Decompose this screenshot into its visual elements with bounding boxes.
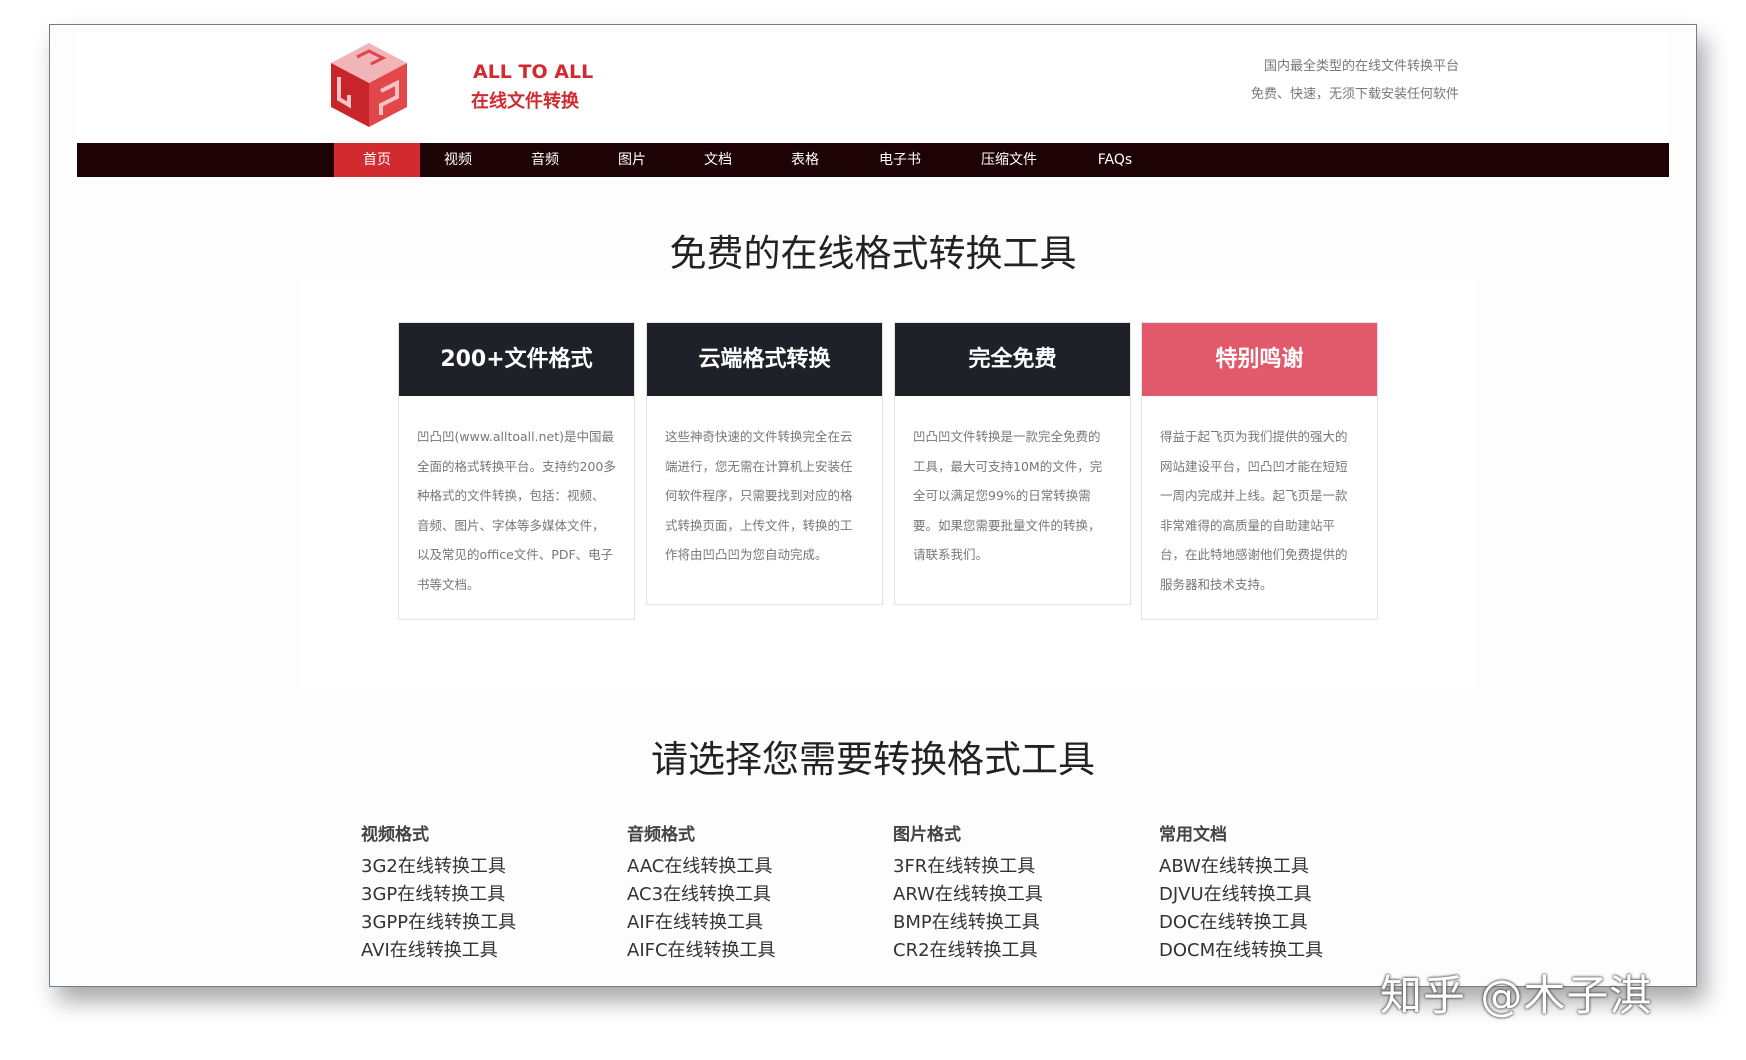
- feature-card: 特别鸣谢 得益于起飞页为我们提供的强大的网站建设平台，凹凸凹才能在短短一周内完成…: [1141, 322, 1378, 620]
- card-title: 完全免费: [895, 323, 1130, 396]
- brand-name-en: ALL TO ALL: [473, 61, 593, 83]
- nav-archive[interactable]: 压缩文件: [966, 143, 1052, 177]
- feature-card: 完全免费 凹凸凹文件转换是一款完全免费的工具，最大可支持10M的文件，完全可以满…: [894, 322, 1131, 605]
- tool-link[interactable]: CR2在线转换工具: [893, 937, 1043, 965]
- tool-link[interactable]: 3FR在线转换工具: [893, 853, 1043, 881]
- tool-link[interactable]: ARW在线转换工具: [893, 881, 1043, 909]
- nav-document[interactable]: 文档: [675, 143, 761, 177]
- tool-link[interactable]: DJVU在线转换工具: [1159, 881, 1323, 909]
- card-body: 凹凸凹文件转换是一款完全免费的工具，最大可支持10M的文件，完全可以满足您99%…: [895, 396, 1130, 604]
- card-title: 云端格式转换: [647, 323, 882, 396]
- nav-spreadsheet[interactable]: 表格: [762, 143, 848, 177]
- nav-ebook[interactable]: 电子书: [857, 143, 943, 177]
- card-body: 凹凸凹(www.alltoall.net)是中国最全面的格式转换平台。支持约20…: [399, 396, 634, 619]
- card-title: 200+文件格式: [399, 323, 634, 396]
- column-heading: 图片格式: [893, 820, 1043, 845]
- nav-video[interactable]: 视频: [415, 143, 501, 177]
- column-heading: 音频格式: [627, 820, 776, 845]
- column-heading: 视频格式: [361, 820, 516, 845]
- format-column-document: 常用文档 ABW在线转换工具 DJVU在线转换工具 DOC在线转换工具 DOCM…: [1159, 820, 1323, 965]
- watermark: 知乎 @木子淇: [1380, 962, 1652, 1023]
- tool-link[interactable]: BMP在线转换工具: [893, 909, 1043, 937]
- tool-link[interactable]: DOC在线转换工具: [1159, 909, 1323, 937]
- tagline-2: 免费、快速，无须下载安装任何软件: [1251, 83, 1459, 102]
- tool-link[interactable]: ABW在线转换工具: [1159, 853, 1323, 881]
- column-heading: 常用文档: [1159, 820, 1323, 845]
- nav-image[interactable]: 图片: [589, 143, 675, 177]
- tool-link[interactable]: AC3在线转换工具: [627, 881, 776, 909]
- feature-card: 云端格式转换 这些神奇快速的文件转换完全在云端进行，您无需在计算机上安装任何软件…: [646, 322, 883, 605]
- nav-home[interactable]: 首页: [334, 143, 420, 177]
- format-column-image: 图片格式 3FR在线转换工具 ARW在线转换工具 BMP在线转换工具 CR2在线…: [893, 820, 1043, 965]
- card-title: 特别鸣谢: [1142, 323, 1377, 396]
- main-nav: 首页 视频 音频 图片 文档 表格 电子书 压缩文件 FAQs: [77, 143, 1669, 177]
- format-column-audio: 音频格式 AAC在线转换工具 AC3在线转换工具 AIF在线转换工具 AIFC在…: [627, 820, 776, 965]
- browser-screenshot: ALL TO ALL 在线文件转换 国内最全类型的在线文件转换平台 免费、快速，…: [49, 24, 1697, 987]
- tool-link[interactable]: 3GP在线转换工具: [361, 881, 516, 909]
- site-header: ALL TO ALL 在线文件转换 国内最全类型的在线文件转换平台 免费、快速，…: [77, 25, 1669, 144]
- brand-name-cn: 在线文件转换: [471, 87, 579, 113]
- tool-link[interactable]: AVI在线转换工具: [361, 937, 516, 965]
- card-body: 这些神奇快速的文件转换完全在云端进行，您无需在计算机上安装任何软件程序，只需要找…: [647, 396, 882, 604]
- section-title-features: 免费的在线格式转换工具: [50, 223, 1696, 277]
- tool-link[interactable]: 3GPP在线转换工具: [361, 909, 516, 937]
- tagline-1: 国内最全类型的在线文件转换平台: [1264, 55, 1459, 74]
- feature-card: 200+文件格式 凹凸凹(www.alltoall.net)是中国最全面的格式转…: [398, 322, 635, 620]
- logo-cube-icon[interactable]: [329, 43, 409, 127]
- tool-link[interactable]: DOCM在线转换工具: [1159, 937, 1323, 965]
- card-body: 得益于起飞页为我们提供的强大的网站建设平台，凹凸凹才能在短短一周内完成并上线。起…: [1142, 396, 1377, 619]
- tool-link[interactable]: AIFC在线转换工具: [627, 937, 776, 965]
- nav-faqs[interactable]: FAQs: [1072, 143, 1158, 177]
- format-column-video: 视频格式 3G2在线转换工具 3GP在线转换工具 3GPP在线转换工具 AVI在…: [361, 820, 516, 965]
- tool-link[interactable]: 3G2在线转换工具: [361, 853, 516, 881]
- nav-audio[interactable]: 音频: [502, 143, 588, 177]
- tool-link[interactable]: AAC在线转换工具: [627, 853, 776, 881]
- tool-link[interactable]: AIF在线转换工具: [627, 909, 776, 937]
- section-title-tools: 请选择您需要转换格式工具: [50, 729, 1696, 783]
